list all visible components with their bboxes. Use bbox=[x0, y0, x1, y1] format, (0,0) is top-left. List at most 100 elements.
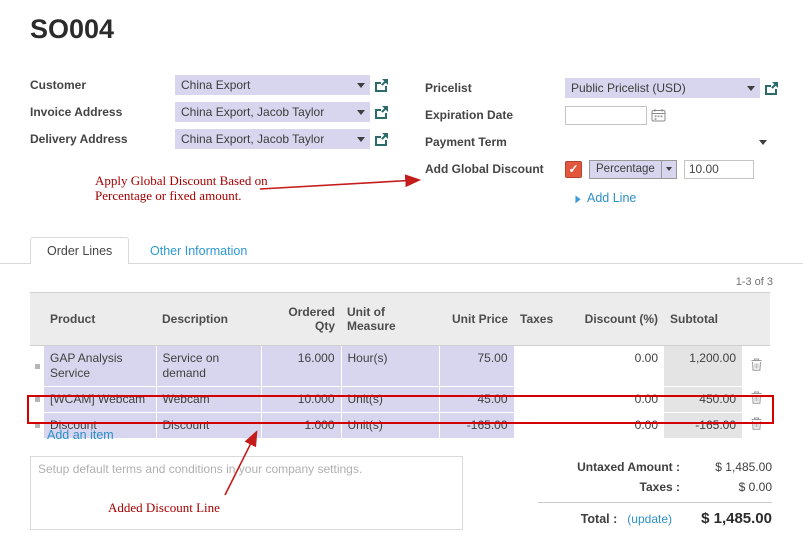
header-unit-price: Unit Price bbox=[439, 293, 514, 346]
cell-description[interactable]: Webcam bbox=[156, 387, 261, 413]
external-link-icon[interactable] bbox=[764, 81, 779, 95]
delivery-address-select[interactable]: China Export, Jacob Taylor bbox=[175, 129, 370, 149]
header-actions bbox=[742, 293, 770, 346]
form-left-column: Customer China Export Invoice Address Ch… bbox=[30, 75, 389, 156]
global-discount-checkbox[interactable] bbox=[565, 161, 582, 178]
expiration-date-label: Expiration Date bbox=[425, 108, 565, 122]
cell-product[interactable]: GAP Analysis Service bbox=[44, 346, 156, 387]
update-total-link[interactable]: (update) bbox=[627, 512, 672, 526]
payment-term-label: Payment Term bbox=[425, 135, 565, 149]
invoice-address-select[interactable]: China Export, Jacob Taylor bbox=[175, 102, 370, 122]
cell-unit-price[interactable]: 45.00 bbox=[439, 387, 514, 413]
invoice-address-value: China Export, Jacob Taylor bbox=[181, 105, 324, 119]
discount-amount-input[interactable] bbox=[684, 160, 754, 179]
cell-ordered-qty[interactable]: 16.000 bbox=[261, 346, 341, 387]
calendar-icon[interactable] bbox=[651, 108, 666, 122]
header-taxes: Taxes bbox=[514, 293, 564, 346]
taxes-value: $ 0.00 bbox=[680, 480, 772, 494]
row-drag-handle[interactable] bbox=[30, 413, 44, 439]
header-unit-of-measure: Unit of Measure bbox=[341, 293, 439, 346]
order-lines-table: Product Description Ordered Qty Unit of … bbox=[30, 292, 770, 439]
invoice-address-label: Invoice Address bbox=[30, 105, 175, 119]
cell-discount[interactable]: 0.00 bbox=[564, 387, 664, 413]
customer-select[interactable]: China Export bbox=[175, 75, 370, 95]
page-title: SO004 bbox=[30, 14, 114, 45]
expiration-date-input[interactable] bbox=[565, 106, 647, 125]
external-link-icon[interactable] bbox=[374, 78, 389, 92]
cell-unit-price[interactable]: 75.00 bbox=[439, 346, 514, 387]
cell-ordered-qty[interactable]: 1.000 bbox=[261, 413, 341, 439]
cell-description[interactable]: Service on demand bbox=[156, 346, 261, 387]
chevron-down-icon bbox=[357, 110, 365, 115]
discount-type-value: Percentage bbox=[590, 161, 661, 178]
taxes-label: Taxes : bbox=[640, 480, 680, 494]
header-subtotal: Subtotal bbox=[664, 293, 742, 346]
total-divider bbox=[538, 502, 772, 503]
cell-subtotal: 1,200.00 bbox=[664, 346, 742, 387]
chevron-down-icon bbox=[357, 137, 365, 142]
cell-unit-price[interactable]: -165.00 bbox=[439, 413, 514, 439]
header-discount: Discount (%) bbox=[564, 293, 664, 346]
tab-order-lines[interactable]: Order Lines bbox=[30, 237, 129, 264]
chevron-down-icon bbox=[357, 83, 365, 88]
discount-type-select[interactable]: Percentage bbox=[589, 160, 677, 179]
cell-subtotal: -165.00 bbox=[664, 413, 742, 439]
cell-taxes[interactable] bbox=[514, 413, 564, 439]
cell-unit-of-measure[interactable]: Hour(s) bbox=[341, 346, 439, 387]
trash-icon bbox=[751, 391, 762, 404]
annotation-global-discount: Apply Global Discount Based on Percentag… bbox=[95, 173, 268, 203]
untaxed-amount-value: $ 1,485.00 bbox=[680, 460, 772, 474]
cell-discount[interactable]: 0.00 bbox=[564, 346, 664, 387]
cell-description[interactable]: Discount bbox=[156, 413, 261, 439]
cell-discount[interactable]: 0.00 bbox=[564, 413, 664, 439]
total-label: Total : bbox=[581, 512, 618, 526]
add-line-label: Add Line bbox=[587, 191, 636, 205]
delete-line-button[interactable] bbox=[742, 387, 770, 413]
order-line-row: GAP Analysis Service Service on demand 1… bbox=[30, 346, 770, 387]
add-line-link[interactable]: Add Line bbox=[568, 191, 636, 205]
external-link-icon[interactable] bbox=[374, 132, 389, 146]
terms-and-conditions-input[interactable] bbox=[30, 456, 463, 530]
delete-line-button[interactable] bbox=[742, 346, 770, 387]
order-line-row-discount: Discount Discount 1.000 Unit(s) -165.00 … bbox=[30, 413, 770, 439]
cell-product[interactable]: [WCAM] Webcam bbox=[44, 387, 156, 413]
chevron-down-icon bbox=[661, 161, 676, 178]
row-drag-handle[interactable] bbox=[30, 346, 44, 387]
cell-subtotal: 450.00 bbox=[664, 387, 742, 413]
annotation-discount-line: Added Discount Line bbox=[108, 500, 220, 515]
payment-term-select[interactable] bbox=[565, 132, 772, 152]
header-description: Description bbox=[156, 293, 261, 346]
customer-value: China Export bbox=[181, 78, 250, 92]
row-drag-handle[interactable] bbox=[30, 387, 44, 413]
table-header-row: Product Description Ordered Qty Unit of … bbox=[30, 293, 770, 346]
trash-icon bbox=[751, 358, 762, 371]
pager: 1-3 of 3 bbox=[736, 276, 773, 288]
pricelist-select[interactable]: Public Pricelist (USD) bbox=[565, 78, 760, 98]
delivery-address-value: China Export, Jacob Taylor bbox=[181, 132, 324, 146]
untaxed-amount-label: Untaxed Amount : bbox=[577, 460, 680, 474]
cell-taxes[interactable] bbox=[514, 387, 564, 413]
pricelist-value: Public Pricelist (USD) bbox=[571, 81, 686, 95]
totals-summary: Untaxed Amount : $ 1,485.00 Taxes : $ 0.… bbox=[538, 460, 772, 527]
global-discount-label: Add Global Discount bbox=[425, 162, 565, 176]
delete-line-button[interactable] bbox=[742, 413, 770, 439]
order-line-row: [WCAM] Webcam Webcam 10.000 Unit(s) 45.0… bbox=[30, 387, 770, 413]
delivery-address-label: Delivery Address bbox=[30, 132, 175, 146]
tab-other-information[interactable]: Other Information bbox=[136, 237, 261, 265]
chevron-down-icon bbox=[759, 140, 767, 145]
trash-icon bbox=[751, 417, 762, 430]
header-handle bbox=[30, 293, 44, 346]
header-ordered-qty: Ordered Qty bbox=[261, 293, 341, 346]
sale-order-form: SO004 Customer China Export Invoice Addr… bbox=[0, 0, 803, 545]
add-an-item-link[interactable]: Add an item bbox=[47, 428, 114, 442]
total-value: $ 1,485.00 bbox=[676, 510, 772, 527]
pricelist-label: Pricelist bbox=[425, 81, 565, 95]
chevron-down-icon bbox=[747, 86, 755, 91]
cell-ordered-qty[interactable]: 10.000 bbox=[261, 387, 341, 413]
external-link-icon[interactable] bbox=[374, 105, 389, 119]
cell-unit-of-measure[interactable]: Unit(s) bbox=[341, 413, 439, 439]
cell-taxes[interactable] bbox=[514, 346, 564, 387]
form-right-column: Pricelist Public Pricelist (USD) Expirat… bbox=[425, 78, 779, 186]
cell-unit-of-measure[interactable]: Unit(s) bbox=[341, 387, 439, 413]
customer-label: Customer bbox=[30, 78, 175, 92]
